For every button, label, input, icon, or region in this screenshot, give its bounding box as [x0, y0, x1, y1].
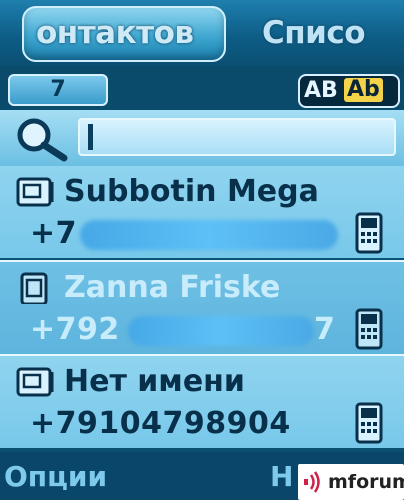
input-mode-uppercase: AB: [304, 78, 338, 103]
phone-screen: онтактов Списо 7 AB Ab Subbotin Mega +7: [0, 0, 404, 500]
tab-bar: онтактов Списо: [0, 0, 404, 66]
contact-count-box: 7: [8, 74, 108, 106]
mobile-phone-icon: [355, 402, 383, 444]
redacted-number: [80, 220, 338, 250]
contact-card-icon: [16, 177, 54, 207]
contact-name: Subbotin Mega: [64, 174, 319, 209]
contact-row[interactable]: Zanna Friske +792 7: [0, 260, 404, 354]
softkey-options[interactable]: Опции: [4, 458, 107, 496]
tab-lists[interactable]: Списо: [262, 14, 366, 52]
watermark-text: mforum.ru: [328, 471, 404, 493]
mobile-phone-icon: [355, 308, 383, 350]
contact-number: +7: [30, 216, 78, 251]
contact-number-tail: 7: [314, 312, 336, 347]
text-caret: [88, 124, 93, 150]
tab-contacts-label: онтактов: [36, 15, 194, 51]
redacted-number: [128, 316, 314, 346]
contact-row[interactable]: Нет имени +79104798904: [0, 354, 404, 448]
input-mode-indicator: AB Ab: [298, 74, 400, 108]
sim-card-icon: [20, 272, 48, 304]
contact-name: Zanna Friske: [64, 270, 281, 305]
contact-row[interactable]: Subbotin Mega +7: [0, 166, 404, 258]
contact-count: 7: [50, 77, 66, 102]
search-input[interactable]: [78, 118, 396, 156]
contact-number: +792: [30, 312, 120, 347]
watermark: mforum.ru: [298, 464, 404, 500]
input-mode-capitalized: Ab: [344, 78, 383, 102]
softkey-right[interactable]: Н: [270, 458, 293, 496]
mobile-phone-icon: [355, 212, 383, 254]
contact-card-icon: [16, 367, 54, 397]
contact-number: +79104798904: [30, 406, 291, 441]
contact-name: Нет имени: [64, 364, 245, 399]
signal-waves-icon: [304, 471, 320, 493]
search-icon: [17, 118, 68, 162]
